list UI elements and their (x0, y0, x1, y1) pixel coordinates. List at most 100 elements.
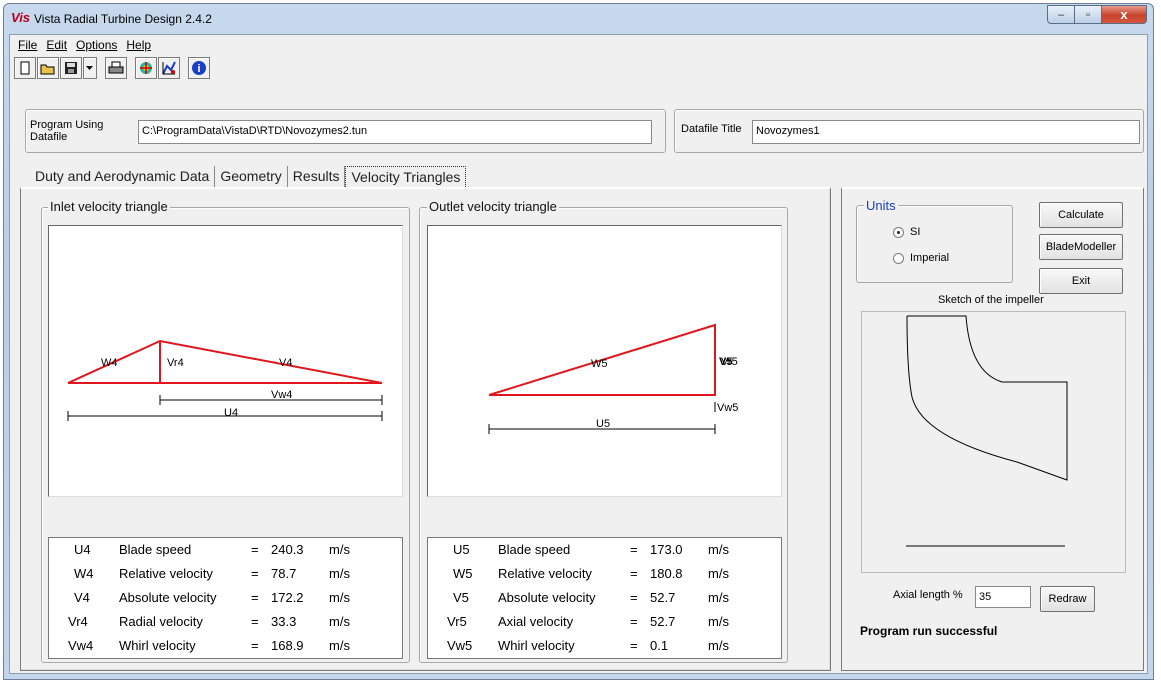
outlet-value: 52.7 (650, 590, 676, 605)
inlet-unit: m/s (329, 542, 350, 557)
axial-length-label: Axial length % (893, 589, 963, 601)
outlet-unit: m/s (708, 566, 729, 581)
axial-length-input[interactable]: 35 (975, 586, 1031, 608)
tab-strip: Duty and Aerodynamic Data Geometry Resul… (30, 166, 467, 187)
save-icon (65, 62, 77, 74)
inlet-equals: = (251, 638, 259, 653)
outlet-name: Relative velocity (498, 566, 592, 581)
toolbar: i (14, 57, 211, 83)
inlet-equals: = (251, 542, 259, 557)
menu-file[interactable]: File (14, 35, 42, 55)
maximize-button[interactable]: ▫ (1074, 5, 1101, 24)
inlet-value: 33.3 (271, 614, 297, 629)
calculate-button[interactable]: Calculate (1039, 202, 1123, 228)
tab-geometry[interactable]: Geometry (215, 166, 288, 187)
sketch-title: Sketch of the impeller (938, 294, 1044, 306)
outlet-symbol: Vw5 (447, 638, 473, 653)
new-file-button[interactable] (14, 57, 36, 79)
outlet-value: 180.8 (650, 566, 683, 581)
minimize-button[interactable]: – (1047, 5, 1074, 24)
exit-button[interactable]: Exit (1039, 268, 1123, 294)
menu-options[interactable]: Options (72, 35, 122, 55)
outlet-equals: = (630, 614, 638, 629)
outlet-w-label: W5 (591, 358, 608, 370)
maximize-icon: ▫ (1086, 8, 1090, 21)
inlet-vr-label: Vr4 (167, 357, 184, 369)
outlet-name: Blade speed (498, 542, 571, 557)
tab-velocity-triangles[interactable]: Velocity Triangles (345, 166, 467, 187)
tab-duty-aero[interactable]: Duty and Aerodynamic Data (30, 166, 216, 187)
unit-imperial-option[interactable]: Imperial (893, 252, 949, 264)
outlet-name: Axial velocity (498, 614, 574, 629)
turbine-icon (140, 62, 152, 74)
outlet-row: Vw5 Whirl velocity = 0.1 m/s (428, 634, 781, 658)
inlet-value: 78.7 (271, 566, 297, 581)
outlet-triangle-plot: W5 V5 Vr5 Vw5 U5 (427, 225, 782, 497)
window-controls: – ▫ x (1047, 5, 1147, 24)
redraw-button[interactable]: Redraw (1040, 586, 1095, 612)
turbine-button[interactable] (135, 57, 157, 79)
info-icon: i (192, 61, 206, 75)
inlet-w-label: W4 (101, 357, 118, 369)
chart-icon (162, 61, 176, 75)
inlet-value: 240.3 (271, 542, 304, 557)
outlet-values-table: U5 Blade speed = 173.0 m/s W5 Relative velocit… (427, 537, 782, 659)
svg-text:i: i (197, 63, 200, 75)
menu-help[interactable]: Help (122, 35, 156, 55)
datafile-title-field[interactable]: Novozymes1 (752, 120, 1140, 144)
datafile-title-label: Datafile Title (681, 123, 742, 135)
outlet-equals: = (630, 542, 638, 557)
program-file-group: Program Using Datafile C:\ProgramData\Vi… (25, 109, 666, 153)
application-window: Vis Vista Radial Turbine Design 2.4.2 – … (3, 3, 1154, 680)
save-dropdown-button[interactable] (83, 57, 97, 79)
menu-edit[interactable]: Edit (42, 35, 72, 55)
outlet-row: Vr5 Axial velocity = 52.7 m/s (428, 610, 781, 634)
status-message: Program run successful (860, 624, 998, 638)
print-button[interactable] (105, 57, 127, 79)
menu-help-label: Help (126, 38, 152, 52)
outlet-value: 52.7 (650, 614, 676, 629)
outlet-value: 0.1 (650, 638, 669, 653)
unit-si-option[interactable]: SI (893, 226, 920, 238)
new-icon (20, 61, 30, 75)
inlet-equals: = (251, 566, 259, 581)
close-button[interactable]: x (1101, 5, 1147, 24)
impeller-shroud-curve (906, 315, 1068, 481)
tab-results[interactable]: Results (288, 166, 346, 187)
tab-geometry-label: Geometry (220, 168, 282, 184)
impeller-sketch-svg (906, 315, 1068, 547)
inlet-equals: = (251, 590, 259, 605)
minimize-icon: – (1057, 8, 1065, 21)
outlet-symbol: V5 (453, 590, 469, 605)
inlet-triangle-plot: W4 Vr4 V4 Vw4 U4 (48, 225, 403, 497)
units-title: Units (864, 198, 898, 213)
unit-imperial-radio[interactable] (893, 252, 904, 264)
outlet-frame-title: Outlet velocity triangle (427, 199, 559, 214)
inlet-equals: = (251, 614, 259, 629)
outlet-vr-label: Vr5 (721, 356, 738, 368)
outlet-equals: = (630, 566, 638, 581)
about-button[interactable]: i (188, 57, 210, 79)
save-file-button[interactable] (60, 57, 82, 79)
title-bar[interactable]: Vis Vista Radial Turbine Design 2.4.2 – … (4, 4, 1153, 34)
inlet-unit: m/s (329, 566, 350, 581)
velocity-triangles-panel: Inlet velocity triangle W4 Vr4 V4 Vw4 U4 (20, 187, 831, 671)
client-area: File Edit Options Help i Program Using D… (9, 34, 1148, 674)
program-label: Program Using Datafile (30, 119, 104, 143)
unit-si-radio[interactable] (893, 226, 904, 238)
outlet-triangle-svg: W5 V5 Vr5 Vw5 U5 (488, 323, 738, 434)
inlet-name: Blade speed (119, 542, 192, 557)
impeller-sketch (861, 311, 1126, 573)
inlet-v-label: V4 (279, 357, 292, 369)
outlet-unit: m/s (708, 638, 729, 653)
inlet-name: Radial velocity (119, 614, 203, 629)
open-file-button[interactable] (37, 57, 59, 79)
blade-modeller-button[interactable]: BladeModeller (1039, 234, 1123, 260)
inlet-unit: m/s (329, 614, 350, 629)
close-icon: x (1120, 7, 1128, 22)
program-path-field[interactable]: C:\ProgramData\VistaD\RTD\Novozymes2.tun (138, 120, 652, 144)
chart-button[interactable] (158, 57, 180, 79)
inlet-symbol: Vw4 (68, 638, 94, 653)
inlet-vw-label: Vw4 (271, 389, 292, 401)
outlet-symbol: W5 (453, 566, 473, 581)
